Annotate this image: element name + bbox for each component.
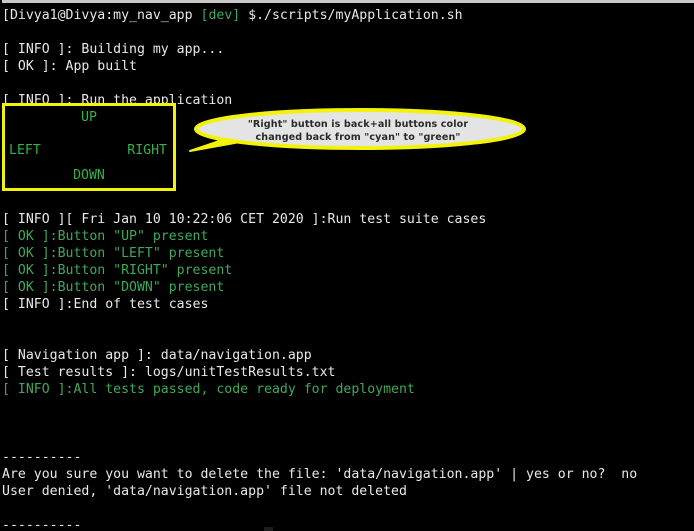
output-line: [ OK ]: App built [2, 59, 137, 74]
prompt-command: ./scripts/myApplication.sh [256, 8, 463, 23]
output-line: [ INFO ][ Fri Jan 10 10:22:06 CET 2020 ]… [2, 212, 487, 227]
output-line: [ OK ]:Button "RIGHT" present [2, 263, 233, 278]
output-line: [ INFO ]: Building my app... [2, 42, 225, 57]
prompt-user-host-path: [Divya1@Divya:my_nav_app [2, 8, 193, 23]
delete-result-line: User denied, 'data/navigation.app' file … [2, 484, 407, 499]
output-line: [ Navigation app ]: data/navigation.app [2, 348, 312, 363]
prompt-symbol: $ [240, 8, 257, 23]
output-line: [ OK ]:Button "LEFT" present [2, 246, 225, 261]
output-line: [ INFO ]:All tests passed, code ready fo… [2, 382, 415, 397]
navigation-app-box[interactable]: UP LEFT RIGHT DOWN [2, 103, 176, 191]
terminal-output-area[interactable]: [Divya1@Divya:my_nav_app [dev] $./script… [0, 3, 694, 531]
nav-button-down[interactable]: DOWN [5, 167, 173, 184]
shell-prompt-line: [Divya1@Divya:my_nav_app [dev] $./script… [2, 7, 694, 24]
nav-button-left[interactable]: LEFT [9, 142, 41, 159]
callout-text: "Right" button is back+all buttons color… [247, 119, 469, 143]
terminal-window: [Divya1@Divya:my_nav_app [dev] $./script… [0, 0, 694, 531]
output-line: [ OK ]:Button "UP" present [2, 229, 209, 244]
delete-prompt-line: Are you sure you want to delete the file… [2, 467, 638, 482]
nav-button-up[interactable]: UP [5, 109, 173, 126]
output-line: [ Test results ]: logs/unitTestResults.t… [2, 365, 336, 380]
output-line: [ INFO ]:End of test cases [2, 297, 209, 312]
separator-line: ---------- [2, 518, 82, 531]
terminal-cursor [264, 527, 273, 531]
nav-button-right[interactable]: RIGHT [127, 142, 167, 159]
annotation-callout: "Right" button is back+all buttons color… [188, 108, 526, 156]
prompt-branch: [dev] [192, 8, 241, 23]
output-line: [ OK ]:Button "DOWN" present [2, 280, 225, 295]
separator-line: ---------- [2, 450, 82, 465]
